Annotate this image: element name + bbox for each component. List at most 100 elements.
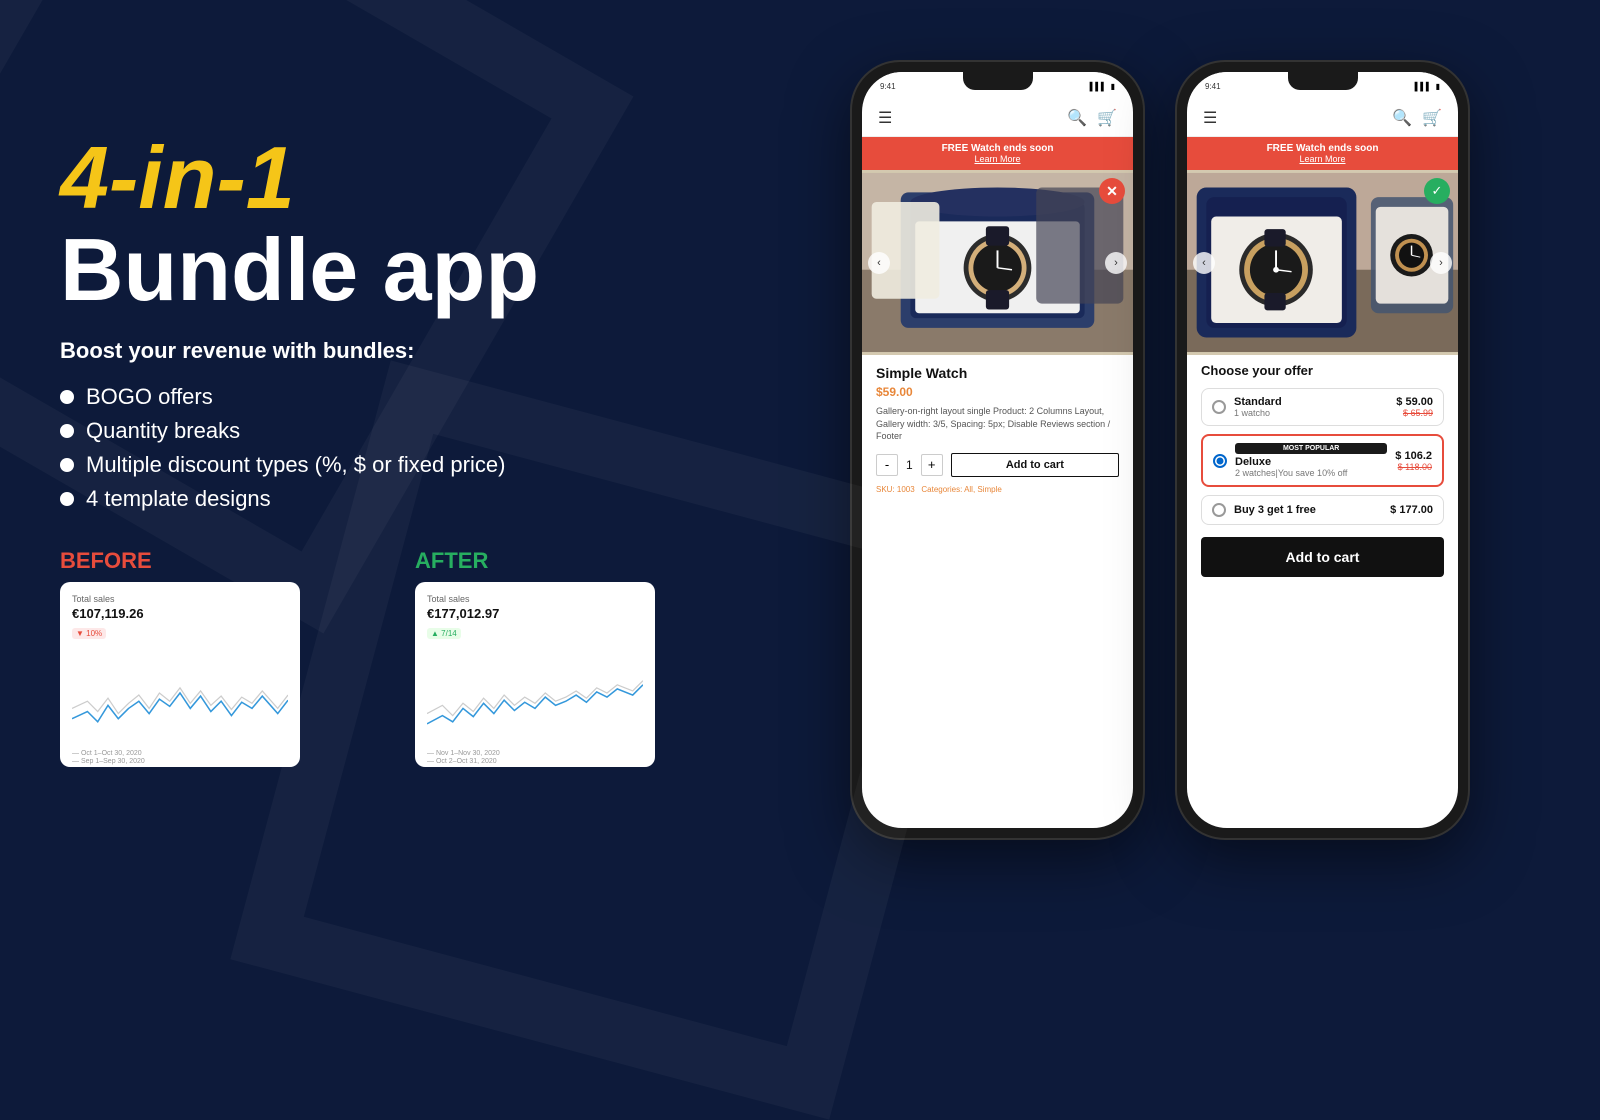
phone2-status-icons: ▌▌▌ ▮ [1415,82,1440,91]
phone2-signal-icon: ▌▌▌ [1415,82,1432,91]
phone2-offer-standard-info: Standard 1 watcho [1234,396,1388,418]
phone2-standard-price-col: $ 59.00 $ 65.99 [1396,396,1433,418]
phone2-choose-offer-title: Choose your offer [1187,355,1458,384]
phone1-inner: 9:41 ▌▌▌ ▮ ☰ 🔍 🛒 FREE Watch en [862,72,1133,828]
phone1-product-image-svg [862,170,1133,355]
phone1-qty-value: 1 [906,458,913,472]
after-chart-legend: — Nov 1–Nov 30, 2020 — Oct 2–Oct 31, 202… [427,750,643,765]
phone2-standard-name: Standard [1234,396,1388,408]
phone2-promo-text: FREE Watch ends soon [1267,143,1379,154]
phone2-most-popular-badge: MOST POPULAR [1235,443,1387,454]
phone2-radio-standard[interactable] [1212,400,1226,414]
phone2-notch [1288,72,1358,90]
phone2-battery-icon: ▮ [1436,82,1440,91]
phone-2: 9:41 ▌▌▌ ▮ ☰ 🔍 🛒 FREE Watch en [1175,60,1470,840]
phone1-signal-icon: ▌▌▌ [1090,82,1107,91]
phone2-standard-sub: 1 watcho [1234,408,1388,418]
phone2-offer-standard[interactable]: Standard 1 watcho $ 59.00 $ 65.99 [1201,388,1444,426]
phone1-status-icons: ▌▌▌ ▮ [1090,82,1115,91]
phone1-product-meta: SKU: 1003 Categories: All, Simple [876,485,1119,494]
phone2-bogo-price-col: $ 177.00 [1390,504,1433,516]
phone1-qty-row: - 1 + Add to cart [876,453,1119,477]
phone1-qty-plus[interactable]: + [921,454,943,476]
phone2-radio-bogo[interactable] [1212,503,1226,517]
after-chart-amount: €177,012.97 [427,606,643,621]
phone2-bogo-name: Buy 3 get 1 free [1234,504,1382,516]
phone1-next-arrow[interactable]: › [1105,252,1127,274]
phone1-product-info: Simple Watch $59.00 Gallery-on-right lay… [862,355,1133,828]
phone2-inner: 9:41 ▌▌▌ ▮ ☰ 🔍 🛒 FREE Watch en [1187,72,1458,828]
phone2-nav-bar: ☰ 🔍 🛒 [1187,100,1458,137]
phone1-nav-bar: ☰ 🔍 🛒 [862,100,1133,137]
phone1-cart-icon[interactable]: 🛒 [1097,108,1117,128]
phone2-standard-old-price: $ 65.99 [1396,408,1433,418]
bullet-dot-3 [60,458,74,472]
phones-section: 9:41 ▌▌▌ ▮ ☰ 🔍 🛒 FREE Watch en [780,40,1540,860]
phone2-next-arrow[interactable]: › [1430,252,1452,274]
phone2-deluxe-sub: 2 watches|You save 10% off [1235,468,1387,478]
phone2-promo-banner: FREE Watch ends soon Learn More [1187,137,1458,170]
before-chart-svg [72,643,288,743]
phone1-add-to-cart-button[interactable]: Add to cart [951,453,1119,477]
phone2-menu-icon[interactable]: ☰ [1203,108,1217,128]
phone2-deluxe-old-price: $ 118.00 [1395,462,1432,472]
phone1-time: 9:41 [880,82,896,91]
left-panel: 4-in-1 Bundle app Boost your revenue wit… [60,134,740,767]
phone1-search-icon[interactable]: 🔍 [1067,108,1087,128]
bullet-item-3: Multiple discount types (%, $ or fixed p… [60,452,740,478]
before-label: BEFORE [60,548,385,574]
phone2-offer-bogo-info: Buy 3 get 1 free [1234,504,1382,516]
phone2-time: 9:41 [1205,82,1221,91]
phone2-product-image-svg [1187,170,1458,355]
phone2-offer-bogo[interactable]: Buy 3 get 1 free $ 177.00 [1201,495,1444,525]
headline: 4-in-1 [60,134,740,222]
before-chart-title: Total sales [72,594,288,604]
before-chart-card: Total sales €107,119.26 ▼ 10% — Oct 1–Oc… [60,582,300,767]
phone2-product-image: ‹ › ✓ [1187,170,1458,355]
phone2-cart-icon[interactable]: 🛒 [1422,108,1442,128]
phone1-learn-more[interactable]: Learn More [866,154,1129,164]
phone1-product-price: $59.00 [876,385,1119,399]
phone2-header-icons: 🔍 🛒 [1392,108,1442,128]
phone1-product-desc: Gallery-on-right layout single Product: … [876,405,1119,443]
phone2-check-button[interactable]: ✓ [1424,178,1450,204]
after-chart-svg [427,643,643,743]
bullet-dot-2 [60,424,74,438]
bullet-item-1: BOGO offers [60,384,740,410]
phone2-deluxe-price: $ 106.2 [1395,450,1432,462]
after-chart-card: Total sales €177,012.97 ▲ 7/14 — Nov 1–N… [415,582,655,767]
phone2-search-icon[interactable]: 🔍 [1392,108,1412,128]
phone1-promo-banner: FREE Watch ends soon Learn More [862,137,1133,170]
before-chart-legend: — Oct 1–Oct 30, 2020 — Sep 1–Sep 30, 202… [72,750,288,765]
phone1-qty-minus[interactable]: - [876,454,898,476]
after-chart-badge: ▲ 7/14 [427,628,461,639]
phone2-radio-deluxe[interactable] [1213,454,1227,468]
phone1-close-button[interactable]: ✕ [1099,178,1125,204]
before-chart-badge: ▼ 10% [72,628,106,639]
phone-1: 9:41 ▌▌▌ ▮ ☰ 🔍 🛒 FREE Watch en [850,60,1145,840]
page-container: 4-in-1 Bundle app Boost your revenue wit… [0,0,1600,900]
phone1-battery-icon: ▮ [1111,82,1115,91]
phone2-deluxe-name: Deluxe [1235,456,1387,468]
bullet-list: BOGO offers Quantity breaks Multiple dis… [60,384,740,512]
phone1-promo-text: FREE Watch ends soon [942,143,1054,154]
before-after-section: BEFORE Total sales €107,119.26 ▼ 10% — O… [60,548,740,767]
phone1-product-image: ‹ › ✕ [862,170,1133,355]
after-chart-block: AFTER Total sales €177,012.97 ▲ 7/14 — N… [415,548,740,767]
phone2-offer-deluxe[interactable]: MOST POPULAR Deluxe 2 watches|You save 1… [1201,434,1444,487]
phone2-bogo-price: $ 177.00 [1390,504,1433,516]
phone1-product-name: Simple Watch [876,365,1119,381]
before-chart-amount: €107,119.26 [72,606,288,621]
phone2-deluxe-price-col: $ 106.2 $ 118.00 [1395,450,1432,472]
phone2-prev-arrow[interactable]: ‹ [1193,252,1215,274]
phone2-learn-more[interactable]: Learn More [1191,154,1454,164]
phone1-menu-icon[interactable]: ☰ [878,108,892,128]
before-chart-block: BEFORE Total sales €107,119.26 ▼ 10% — O… [60,548,385,767]
phone2-offer-deluxe-info: MOST POPULAR Deluxe 2 watches|You save 1… [1235,443,1387,478]
phone2-add-to-cart-button[interactable]: Add to cart [1201,537,1444,577]
phone1-prev-arrow[interactable]: ‹ [868,252,890,274]
bullet-item-4: 4 template designs [60,486,740,512]
phone1-header-icons: 🔍 🛒 [1067,108,1117,128]
bullet-dot-4 [60,492,74,506]
bullet-dot-1 [60,390,74,404]
